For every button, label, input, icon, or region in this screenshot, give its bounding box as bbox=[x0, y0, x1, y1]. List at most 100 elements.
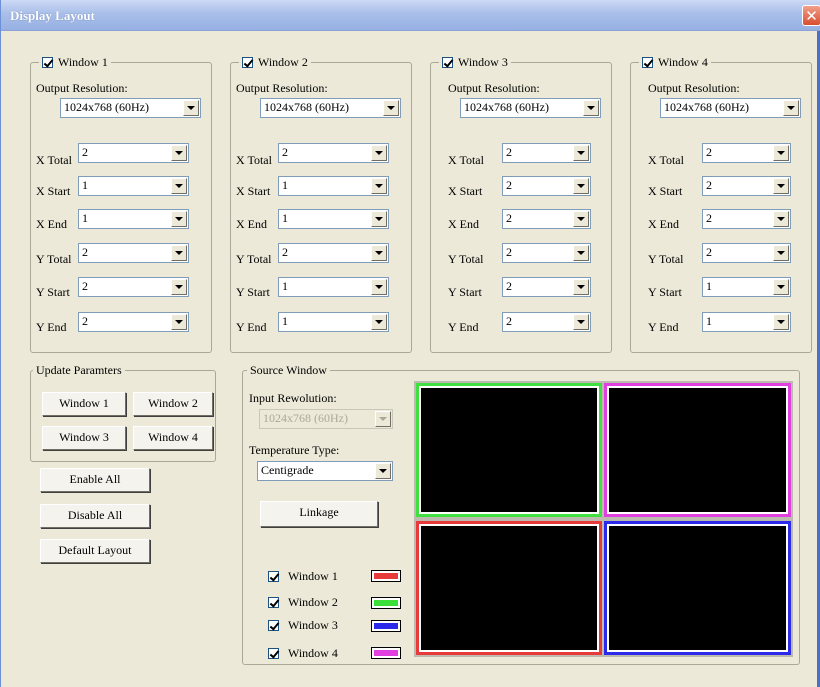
x-end-label: X End bbox=[236, 217, 267, 231]
dropdown-arrow-icon[interactable] bbox=[371, 279, 387, 295]
dropdown-arrow-icon[interactable] bbox=[171, 279, 187, 295]
update-window-3-button[interactable]: Window 3 bbox=[42, 426, 126, 450]
y-end-select[interactable]: 2 bbox=[502, 312, 591, 332]
dropdown-arrow-icon[interactable] bbox=[371, 145, 387, 161]
dropdown-arrow-icon[interactable] bbox=[773, 178, 789, 194]
x-start-select[interactable]: 1 bbox=[78, 176, 189, 196]
y-start-select[interactable]: 2 bbox=[502, 277, 591, 297]
x-end-select[interactable]: 2 bbox=[502, 209, 591, 229]
output-resolution-select[interactable]: 1024x768 (60Hz) bbox=[260, 98, 401, 118]
disable-all-button[interactable]: Disable All bbox=[40, 504, 150, 528]
dropdown-arrow-icon[interactable] bbox=[573, 314, 589, 330]
dropdown-arrow-icon[interactable] bbox=[573, 145, 589, 161]
linkage-button[interactable]: Linkage bbox=[260, 501, 378, 527]
dropdown-arrow-icon[interactable] bbox=[371, 245, 387, 261]
dropdown-arrow-icon[interactable] bbox=[783, 100, 799, 116]
update-window-1-button[interactable]: Window 1 bbox=[42, 392, 126, 416]
dropdown-arrow-icon[interactable] bbox=[583, 100, 599, 116]
preview-pane-window-1[interactable] bbox=[416, 521, 602, 655]
y-start-select[interactable]: 1 bbox=[702, 277, 791, 297]
source-toggle-window-4[interactable]: Window 4 bbox=[268, 646, 338, 661]
input-resolution-label: Input Rewolution: bbox=[249, 391, 337, 405]
checkbox-icon[interactable] bbox=[442, 57, 453, 68]
checkbox-icon[interactable] bbox=[268, 597, 279, 608]
x-start-select[interactable]: 2 bbox=[702, 176, 791, 196]
dropdown-arrow-icon[interactable] bbox=[171, 211, 187, 227]
close-icon[interactable]: ✕ bbox=[802, 5, 820, 26]
window-4-color-swatch[interactable] bbox=[371, 647, 401, 659]
window-1-checkbox[interactable]: Window 1 bbox=[39, 55, 111, 70]
output-resolution-select[interactable]: 1024x768 (60Hz) bbox=[460, 98, 601, 118]
output-resolution-select[interactable]: 1024x768 (60Hz) bbox=[660, 98, 801, 118]
source-toggle-window-2[interactable]: Window 2 bbox=[268, 595, 338, 610]
y-end-select[interactable]: 2 bbox=[78, 312, 189, 332]
window-4-checkbox[interactable]: Window 4 bbox=[639, 55, 711, 70]
title-bar[interactable]: Display Layout ✕ bbox=[1, 0, 820, 31]
dropdown-arrow-icon[interactable] bbox=[773, 245, 789, 261]
dropdown-arrow-icon[interactable] bbox=[371, 211, 387, 227]
window-2-checkbox[interactable]: Window 2 bbox=[239, 55, 311, 70]
x-total-select[interactable]: 2 bbox=[502, 143, 591, 163]
temperature-type-select[interactable]: Centigrade bbox=[257, 461, 393, 481]
y-end-select[interactable]: 1 bbox=[702, 312, 791, 332]
window-2-color-swatch[interactable] bbox=[371, 597, 401, 609]
dropdown-arrow-icon[interactable] bbox=[773, 279, 789, 295]
window-3-color-swatch[interactable] bbox=[371, 620, 401, 632]
toggle-label: Window 4 bbox=[288, 646, 338, 660]
x-end-select[interactable]: 1 bbox=[78, 209, 189, 229]
dropdown-arrow-icon[interactable] bbox=[183, 100, 199, 116]
dropdown-arrow-icon[interactable] bbox=[773, 314, 789, 330]
dropdown-arrow-icon[interactable] bbox=[573, 211, 589, 227]
window-1-color-swatch[interactable] bbox=[371, 570, 401, 582]
toggle-label: Window 3 bbox=[288, 618, 338, 632]
dropdown-arrow-icon[interactable] bbox=[171, 245, 187, 261]
dropdown-arrow-icon[interactable] bbox=[171, 145, 187, 161]
x-total-select[interactable]: 2 bbox=[702, 143, 791, 163]
checkbox-icon[interactable] bbox=[268, 571, 279, 582]
checkbox-icon[interactable] bbox=[242, 57, 253, 68]
color-bar bbox=[374, 573, 398, 579]
update-window-4-button[interactable]: Window 4 bbox=[133, 426, 213, 450]
dropdown-arrow-icon[interactable] bbox=[375, 463, 391, 479]
dropdown-arrow-icon[interactable] bbox=[773, 211, 789, 227]
x-start-select[interactable]: 2 bbox=[502, 176, 591, 196]
checkbox-icon[interactable] bbox=[42, 57, 53, 68]
preview-pane-window-2[interactable] bbox=[416, 383, 602, 517]
y-start-select[interactable]: 2 bbox=[78, 277, 189, 297]
enable-all-button[interactable]: Enable All bbox=[40, 468, 150, 492]
source-toggle-window-3[interactable]: Window 3 bbox=[268, 618, 338, 633]
dropdown-arrow-icon[interactable] bbox=[171, 314, 187, 330]
dropdown-arrow-icon[interactable] bbox=[573, 178, 589, 194]
dropdown-arrow-icon[interactable] bbox=[371, 314, 387, 330]
x-start-select[interactable]: 1 bbox=[278, 176, 389, 196]
default-layout-button[interactable]: Default Layout bbox=[40, 539, 150, 563]
preview-pane-window-4[interactable] bbox=[604, 383, 791, 517]
window-1-group: Window 1 Output Resolution: 1024x768 (60… bbox=[30, 55, 212, 353]
checkbox-icon[interactable] bbox=[268, 648, 279, 659]
dropdown-arrow-icon[interactable] bbox=[773, 145, 789, 161]
y-total-select[interactable]: 2 bbox=[278, 243, 389, 263]
x-end-select[interactable]: 1 bbox=[278, 209, 389, 229]
dropdown-arrow-icon[interactable] bbox=[573, 245, 589, 261]
x-total-select[interactable]: 2 bbox=[78, 143, 189, 163]
checkbox-icon[interactable] bbox=[642, 57, 653, 68]
output-resolution-select[interactable]: 1024x768 (60Hz) bbox=[60, 98, 201, 118]
update-window-2-button[interactable]: Window 2 bbox=[133, 392, 213, 416]
x-end-select[interactable]: 2 bbox=[702, 209, 791, 229]
y-total-select[interactable]: 2 bbox=[702, 243, 791, 263]
y-total-select[interactable]: 2 bbox=[78, 243, 189, 263]
y-total-select[interactable]: 2 bbox=[502, 243, 591, 263]
update-parameters-label: Update Paramters bbox=[36, 363, 122, 377]
dropdown-arrow-icon[interactable] bbox=[573, 279, 589, 295]
preview-pane-window-3[interactable] bbox=[604, 521, 791, 655]
y-end-select[interactable]: 1 bbox=[278, 312, 389, 332]
dropdown-arrow-icon[interactable] bbox=[383, 100, 399, 116]
dropdown-arrow-icon[interactable] bbox=[371, 178, 387, 194]
y-start-select[interactable]: 1 bbox=[278, 277, 389, 297]
x-total-select[interactable]: 2 bbox=[278, 143, 389, 163]
window-3-checkbox[interactable]: Window 3 bbox=[439, 55, 511, 70]
x-end-label: X End bbox=[448, 217, 479, 231]
checkbox-icon[interactable] bbox=[268, 620, 279, 631]
source-toggle-window-1[interactable]: Window 1 bbox=[268, 569, 338, 584]
dropdown-arrow-icon[interactable] bbox=[171, 178, 187, 194]
